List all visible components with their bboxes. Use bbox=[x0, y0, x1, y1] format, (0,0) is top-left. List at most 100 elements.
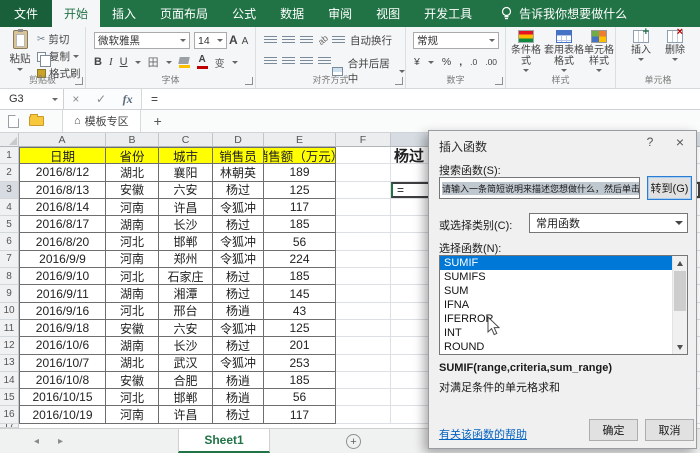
cell-C16[interactable]: 许昌 bbox=[159, 406, 213, 423]
italic-button[interactable]: I bbox=[109, 56, 113, 68]
cell-E12[interactable]: 201 bbox=[264, 337, 336, 354]
cell-C13[interactable]: 武汉 bbox=[159, 355, 213, 372]
cell-C7[interactable]: 郑州 bbox=[159, 251, 213, 268]
phonetic-guide-button[interactable]: 变 bbox=[215, 55, 225, 70]
col-header-B[interactable]: B bbox=[106, 133, 159, 147]
cell-C10[interactable]: 邢台 bbox=[159, 303, 213, 320]
col-header-E[interactable]: E bbox=[264, 133, 336, 147]
decrease-indent-icon[interactable] bbox=[318, 57, 331, 66]
cell-D9[interactable]: 杨过 bbox=[213, 285, 264, 302]
format-as-table-button[interactable]: 套用表格格式 bbox=[544, 30, 584, 72]
function-item-sum[interactable]: SUM bbox=[440, 284, 672, 298]
insert-function-button[interactable]: fx bbox=[123, 92, 133, 107]
template-zone-tab[interactable]: ⌂ 模板专区 bbox=[62, 110, 141, 132]
cell-E9[interactable]: 145 bbox=[264, 285, 336, 302]
cell-A15[interactable]: 2016/10/15 bbox=[19, 389, 106, 406]
row-header-16[interactable]: 16 bbox=[0, 406, 19, 423]
formula-input[interactable]: = bbox=[142, 89, 700, 109]
cell-D14[interactable]: 杨逍 bbox=[213, 372, 264, 389]
accounting-format-button[interactable]: ¥ bbox=[414, 56, 420, 68]
cell-A13[interactable]: 2016/10/7 bbox=[19, 355, 106, 372]
cell-B7[interactable]: 河南 bbox=[106, 251, 159, 268]
cell-C15[interactable]: 邯郸 bbox=[159, 389, 213, 406]
cell-B6[interactable]: 河北 bbox=[106, 233, 159, 250]
align-center-icon[interactable] bbox=[282, 57, 295, 66]
cancel-entry-button[interactable]: × bbox=[72, 92, 79, 106]
cell-B9[interactable]: 湖南 bbox=[106, 285, 159, 302]
row-header-13[interactable]: 13 bbox=[0, 355, 19, 372]
font-name-combo[interactable]: 微软雅黑 bbox=[94, 32, 190, 49]
cell-F7[interactable] bbox=[336, 251, 391, 268]
cell-C5[interactable]: 长沙 bbox=[159, 216, 213, 233]
borders-button[interactable]: 田 bbox=[148, 54, 159, 70]
cell-E3[interactable]: 125 bbox=[264, 182, 336, 199]
cell-A16[interactable]: 2016/10/19 bbox=[19, 406, 106, 423]
sheet-tab-sheet1[interactable]: Sheet1 bbox=[178, 429, 270, 453]
row-header-11[interactable]: 11 bbox=[0, 320, 19, 337]
align-left-icon[interactable] bbox=[264, 57, 277, 66]
cell-F1[interactable] bbox=[336, 147, 391, 164]
cell-F11[interactable] bbox=[336, 320, 391, 337]
ribbon-tab-5[interactable]: 公式 bbox=[220, 0, 268, 27]
cell-D4[interactable]: 令狐冲 bbox=[213, 199, 264, 216]
cell-E10[interactable]: 43 bbox=[264, 303, 336, 320]
ribbon-tab-7[interactable]: 审阅 bbox=[316, 0, 364, 27]
row-header-1[interactable]: 1 bbox=[0, 147, 19, 164]
cell-C14[interactable]: 合肥 bbox=[159, 372, 213, 389]
cell-E14[interactable]: 185 bbox=[264, 372, 336, 389]
fill-color-button[interactable] bbox=[179, 57, 190, 68]
cell-F3[interactable] bbox=[336, 182, 391, 199]
dialog-launcher-icon[interactable] bbox=[395, 77, 403, 85]
increase-decimal-button[interactable]: .0 bbox=[470, 57, 477, 67]
row-header-14[interactable]: 14 bbox=[0, 372, 19, 389]
cell-B15[interactable]: 河北 bbox=[106, 389, 159, 406]
cell-D13[interactable]: 令狐冲 bbox=[213, 355, 264, 372]
listbox-scrollbar[interactable] bbox=[672, 256, 687, 354]
cell-A9[interactable]: 2016/9/11 bbox=[19, 285, 106, 302]
cell-C4[interactable]: 许昌 bbox=[159, 199, 213, 216]
cell-B8[interactable]: 河北 bbox=[106, 268, 159, 285]
cut-button[interactable]: ✂剪切 bbox=[37, 32, 81, 47]
new-tab-button[interactable]: + bbox=[154, 113, 162, 129]
cell-C8[interactable]: 石家庄 bbox=[159, 268, 213, 285]
number-format-combo[interactable]: 常规 bbox=[413, 32, 499, 49]
cell-A10[interactable]: 2016/9/16 bbox=[19, 303, 106, 320]
sheet-nav-left-button[interactable]: ◂ bbox=[34, 429, 39, 453]
row-header-6[interactable]: 6 bbox=[0, 233, 19, 250]
cell-B16[interactable]: 河南 bbox=[106, 406, 159, 423]
cell-C3[interactable]: 六安 bbox=[159, 182, 213, 199]
dialog-launcher-icon[interactable] bbox=[75, 77, 83, 85]
row-header-5[interactable]: 5 bbox=[0, 216, 19, 233]
ribbon-tab-6[interactable]: 数据 bbox=[268, 0, 316, 27]
ok-button[interactable]: 确定 bbox=[589, 419, 638, 441]
cell-A4[interactable]: 2016/8/14 bbox=[19, 199, 106, 216]
cell-E4[interactable]: 117 bbox=[264, 199, 336, 216]
row-header-12[interactable]: 12 bbox=[0, 337, 19, 354]
tell-me-box[interactable]: 告诉我你想要做什么 bbox=[500, 0, 627, 27]
cell-C1[interactable]: 城市 bbox=[159, 147, 213, 164]
search-function-input[interactable]: 请输入一条简短说明来描述您想做什么，然后单击“转到” bbox=[439, 177, 640, 199]
cell-A8[interactable]: 2016/9/10 bbox=[19, 268, 106, 285]
cell-E8[interactable]: 185 bbox=[264, 268, 336, 285]
scroll-up-icon[interactable] bbox=[673, 256, 687, 270]
row-header-7[interactable]: 7 bbox=[0, 251, 19, 268]
cell-styles-button[interactable]: 单元格样式 bbox=[582, 30, 616, 72]
open-folder-icon[interactable] bbox=[29, 116, 44, 126]
cell-A12[interactable]: 2016/10/6 bbox=[19, 337, 106, 354]
scroll-down-icon[interactable] bbox=[673, 340, 687, 354]
category-dropdown[interactable]: 常用函数 bbox=[529, 213, 688, 233]
dialog-launcher-icon[interactable] bbox=[495, 77, 503, 85]
scrollbar-thumb[interactable] bbox=[674, 271, 686, 311]
cell-D2[interactable]: 林朝英 bbox=[213, 164, 264, 181]
cell-D7[interactable]: 令狐冲 bbox=[213, 251, 264, 268]
cell-E11[interactable]: 125 bbox=[264, 320, 336, 337]
col-header-F[interactable]: F bbox=[336, 133, 391, 147]
cell-F16[interactable] bbox=[336, 406, 391, 423]
grow-font-button[interactable]: A bbox=[229, 33, 238, 47]
cell-C6[interactable]: 邯郸 bbox=[159, 233, 213, 250]
function-item-int[interactable]: INT bbox=[440, 326, 672, 340]
col-header-D[interactable]: D bbox=[213, 133, 264, 147]
percent-button[interactable]: % bbox=[442, 56, 451, 68]
cell-F9[interactable] bbox=[336, 285, 391, 302]
cell-F2[interactable] bbox=[336, 164, 391, 181]
